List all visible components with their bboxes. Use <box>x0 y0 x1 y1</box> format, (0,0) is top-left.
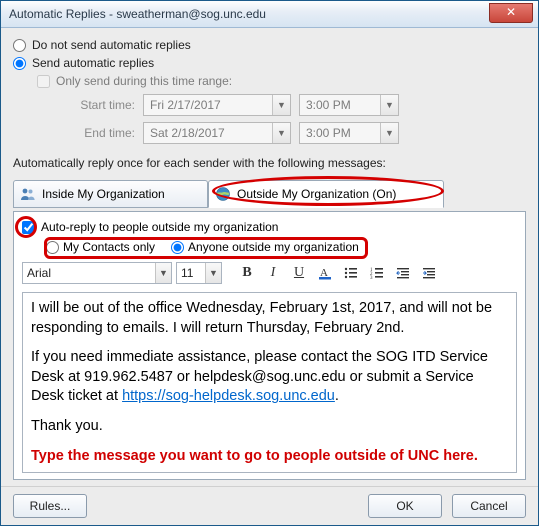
message-paragraph: Thank you. <box>31 417 508 437</box>
dont-send-radio-row[interactable]: Do not send automatic replies <box>13 38 526 52</box>
only-during-checkbox[interactable] <box>37 75 50 88</box>
ok-button[interactable]: OK <box>368 494 442 518</box>
end-date-combo[interactable]: Sat 2/18/2017 ▼ <box>143 122 291 144</box>
chevron-down-icon: ▼ <box>205 263 221 283</box>
section-label: Automatically reply once for each sender… <box>13 156 526 170</box>
tab-inside-label: Inside My Organization <box>42 187 165 201</box>
chevron-down-icon: ▼ <box>272 95 290 115</box>
chevron-down-icon: ▼ <box>272 123 290 143</box>
content-area: Do not send automatic replies Send autom… <box>1 28 538 486</box>
tab-outside-label: Outside My Organization (On) <box>237 187 396 201</box>
end-time-label: End time: <box>57 122 135 144</box>
globe-icon <box>215 186 231 202</box>
font-family-combo[interactable]: Arial ▼ <box>22 262 172 284</box>
tab-strip: Inside My Organization Outside My Organi… <box>13 180 526 208</box>
dont-send-label: Do not send automatic replies <box>32 38 191 52</box>
italic-button[interactable]: I <box>262 262 284 284</box>
anyone-label: Anyone outside my organization <box>188 240 359 254</box>
chevron-down-icon: ▼ <box>380 95 398 115</box>
numbered-list-button[interactable]: 123 <box>366 262 388 284</box>
contacts-only-radio[interactable] <box>46 241 59 254</box>
cancel-button[interactable]: Cancel <box>452 494 526 518</box>
rules-button[interactable]: Rules... <box>13 494 87 518</box>
formatting-toolbar: Arial ▼ 11 ▼ B I U A 123 <box>22 260 517 286</box>
chevron-down-icon: ▼ <box>380 123 398 143</box>
tab-outside-organization[interactable]: Outside My Organization (On) <box>208 180 444 208</box>
hint-text: Type the message you want to go to peopl… <box>31 447 508 467</box>
outside-scope-row: My Contacts only Anyone outside my organ… <box>46 240 517 254</box>
only-during-label: Only send during this time range: <box>56 74 232 88</box>
send-radio[interactable] <box>13 57 26 70</box>
close-button[interactable]: ✕ <box>489 3 533 23</box>
bold-button[interactable]: B <box>236 262 258 284</box>
dont-send-radio[interactable] <box>13 39 26 52</box>
automatic-replies-window: Automatic Replies - sweatherman@sog.unc.… <box>0 0 539 526</box>
contacts-only-radio-row[interactable]: My Contacts only <box>46 240 155 254</box>
titlebar: Automatic Replies - sweatherman@sog.unc.… <box>1 1 538 28</box>
only-during-row[interactable]: Only send during this time range: <box>37 74 526 88</box>
helpdesk-link[interactable]: https://sog-helpdesk.sog.unc.edu <box>122 388 335 404</box>
start-time-label: Start time: <box>57 94 135 116</box>
tab-inside-organization[interactable]: Inside My Organization <box>13 180 208 208</box>
start-time-combo[interactable]: 3:00 PM ▼ <box>299 94 399 116</box>
message-paragraph: If you need immediate assistance, please… <box>31 348 508 407</box>
font-size-combo[interactable]: 11 ▼ <box>176 262 222 284</box>
chevron-down-icon: ▼ <box>155 263 171 283</box>
svg-text:3: 3 <box>370 276 373 281</box>
end-time-combo[interactable]: 3:00 PM ▼ <box>299 122 399 144</box>
auto-reply-outside-checkbox[interactable] <box>22 221 35 234</box>
anyone-radio[interactable] <box>171 241 184 254</box>
increase-indent-button[interactable] <box>418 262 440 284</box>
time-grid: Start time: Fri 2/17/2017 ▼ 3:00 PM ▼ En… <box>57 94 526 144</box>
auto-reply-outside-row[interactable]: Auto-reply to people outside my organiza… <box>22 220 517 234</box>
message-paragraph: I will be out of the office Wednesday, F… <box>31 299 508 338</box>
window-title: Automatic Replies - sweatherman@sog.unc.… <box>9 7 266 21</box>
send-label: Send automatic replies <box>32 56 154 70</box>
bulleted-list-button[interactable] <box>340 262 362 284</box>
outside-panel: Auto-reply to people outside my organiza… <box>13 211 526 480</box>
dialog-footer: Rules... OK Cancel <box>1 486 538 525</box>
start-date-combo[interactable]: Fri 2/17/2017 ▼ <box>143 94 291 116</box>
send-radio-row[interactable]: Send automatic replies <box>13 56 526 70</box>
font-color-button[interactable]: A <box>314 262 336 284</box>
users-icon <box>20 186 36 202</box>
auto-reply-outside-label: Auto-reply to people outside my organiza… <box>41 220 278 234</box>
anyone-radio-row[interactable]: Anyone outside my organization <box>171 240 359 254</box>
decrease-indent-button[interactable] <box>392 262 414 284</box>
contacts-only-label: My Contacts only <box>63 240 155 254</box>
underline-button[interactable]: U <box>288 262 310 284</box>
message-editor[interactable]: I will be out of the office Wednesday, F… <box>22 292 517 473</box>
